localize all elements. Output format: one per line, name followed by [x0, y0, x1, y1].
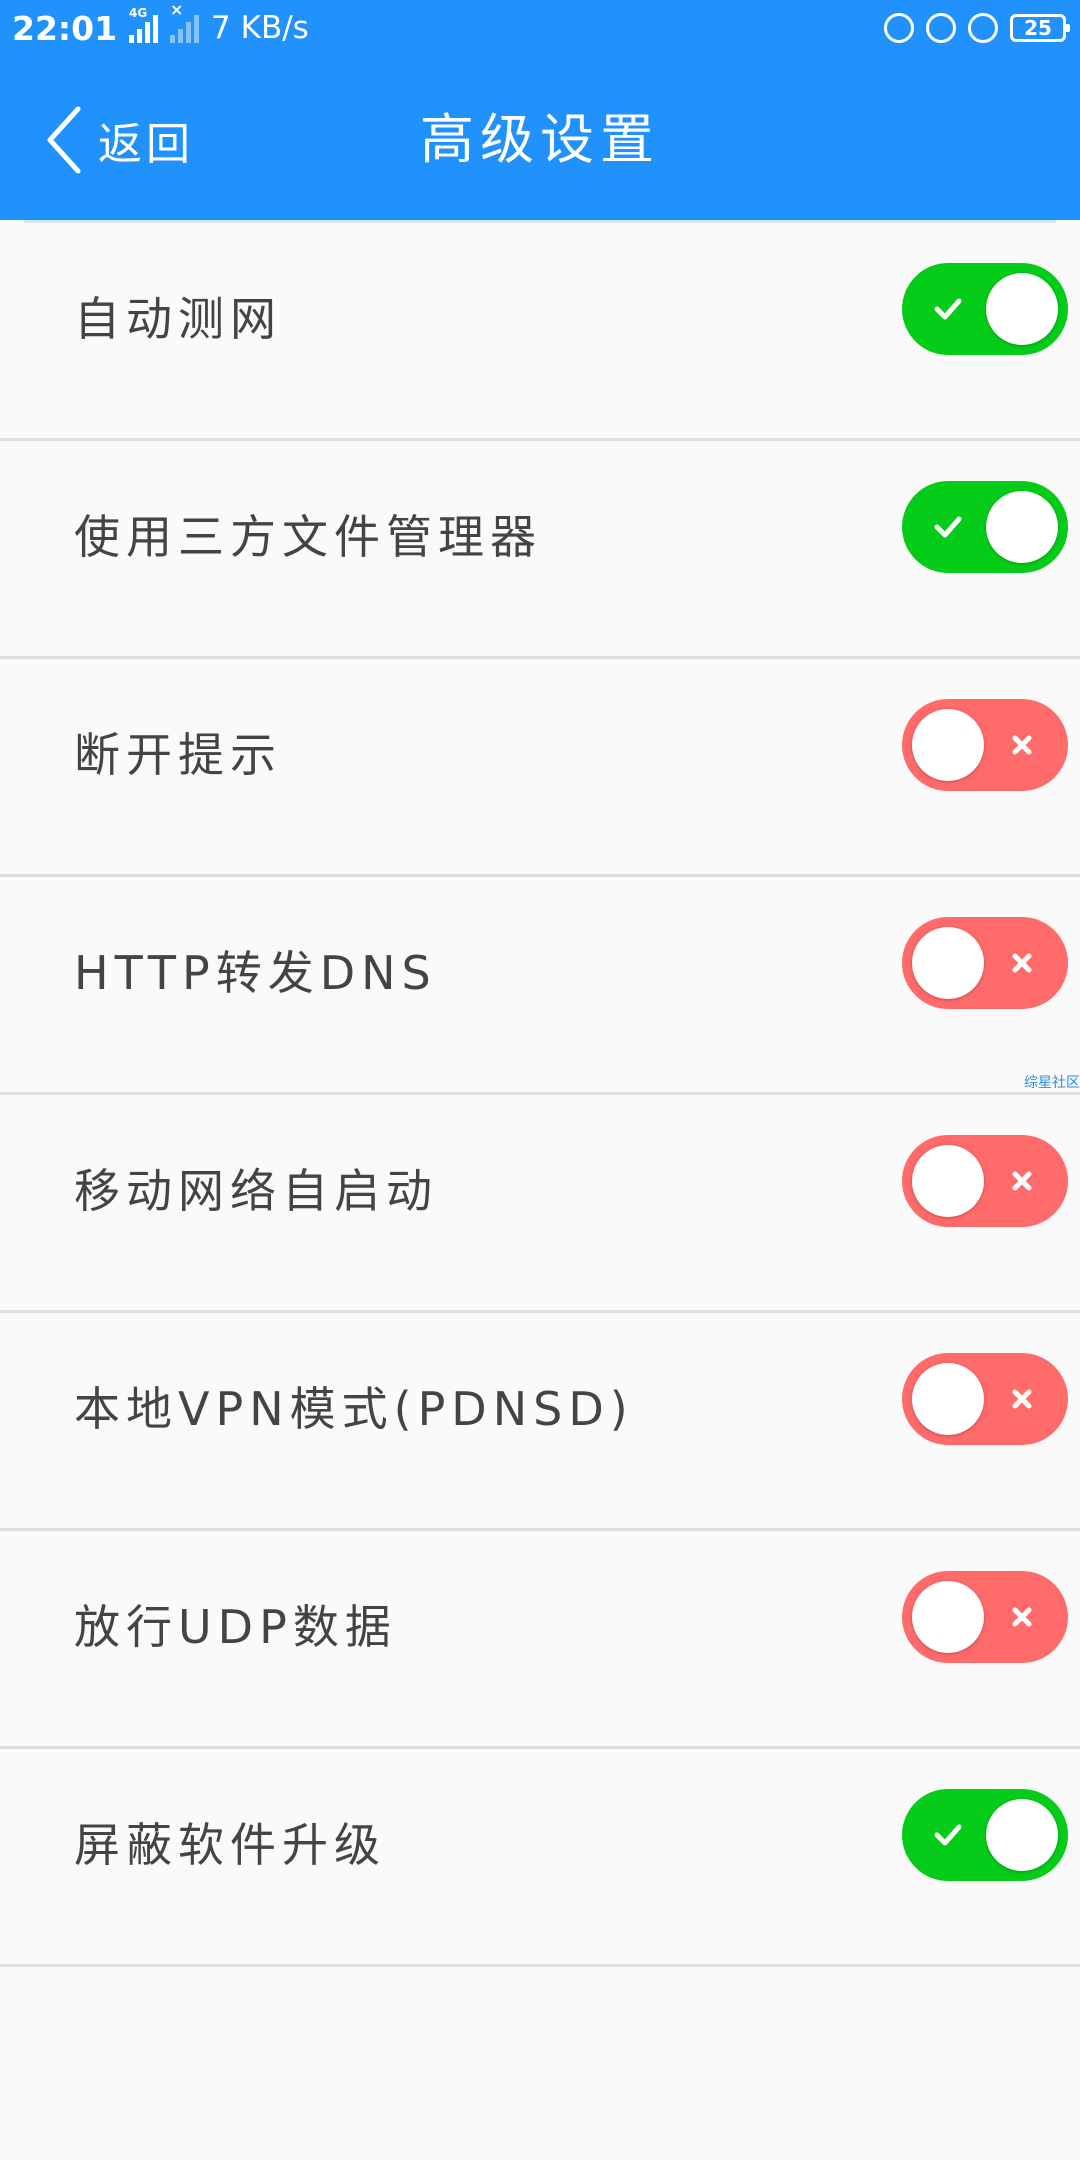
status-bar: 22:01 4G × 7 KB/s 25 [0, 0, 1080, 56]
signal-4g-icon: 4G [129, 7, 159, 43]
toggle-switch-disconnect-alert[interactable] [902, 699, 1068, 791]
data-saver-icon [884, 13, 914, 43]
toggle-switch-block-updates[interactable] [902, 1789, 1068, 1881]
check-icon [934, 298, 962, 320]
toggle-knob [912, 927, 984, 999]
toggle-knob [986, 273, 1058, 345]
battery-icon: 25 [1010, 14, 1070, 42]
toggle-knob [912, 709, 984, 781]
toggle-knob [912, 1581, 984, 1653]
toggle-knob [986, 1799, 1058, 1871]
settings-list: 自动测网 使用三方文件管理器 断开提示 HTTP转发DNS 移动网络自启动 本地… [0, 223, 1080, 1967]
check-icon [934, 1824, 962, 1846]
setting-label: 放行UDP数据 [74, 1600, 397, 1654]
check-icon [934, 516, 962, 538]
setting-label: HTTP转发DNS [74, 946, 437, 1000]
toggle-switch-http-dns[interactable] [902, 917, 1068, 1009]
toggle-knob [986, 491, 1058, 563]
setting-label: 屏蔽软件升级 [74, 1818, 386, 1872]
close-icon [1012, 1171, 1032, 1191]
status-time: 22:01 [12, 8, 118, 48]
toggle-knob [912, 1363, 984, 1435]
setting-label: 使用三方文件管理器 [74, 510, 542, 564]
setting-row-auto-speed-test: 自动测网 [0, 223, 1080, 441]
network-type-label: 4G [129, 6, 148, 20]
setting-row-third-party-file-manager: 使用三方文件管理器 [0, 441, 1080, 659]
close-icon [1012, 1389, 1032, 1409]
status-left: 22:01 4G × 7 KB/s [12, 2, 309, 52]
app-header: 22:01 4G × 7 KB/s 25 返回 高级设置 [0, 0, 1080, 220]
toggle-switch-auto-speed-test[interactable] [902, 263, 1068, 355]
page-title: 高级设置 [420, 108, 660, 171]
setting-row-http-dns: HTTP转发DNS [0, 877, 1080, 1095]
lock-icon [926, 13, 956, 43]
toggle-switch-third-party-file-manager[interactable] [902, 481, 1068, 573]
setting-label: 断开提示 [74, 728, 282, 782]
setting-row-local-vpn: 本地VPN模式(PDNSD) [0, 1313, 1080, 1531]
setting-label: 本地VPN模式(PDNSD) [74, 1382, 634, 1436]
toggle-switch-local-vpn[interactable] [902, 1353, 1068, 1445]
battery-level: 25 [1024, 16, 1052, 40]
setting-row-block-updates: 屏蔽软件升级 [0, 1749, 1080, 1967]
status-right: 25 [884, 8, 1070, 48]
toggle-switch-allow-udp[interactable] [902, 1571, 1068, 1663]
watermark: 综星社区 [1024, 1075, 1080, 1091]
screen: 22:01 4G × 7 KB/s 25 返回 高级设置 自动测网 使用三方文件… [0, 0, 1080, 2160]
setting-row-mobile-autostart: 移动网络自启动 [0, 1095, 1080, 1313]
signal-no-service-icon: × [170, 2, 200, 43]
toggle-knob [912, 1145, 984, 1217]
setting-label: 移动网络自启动 [74, 1164, 438, 1218]
network-speed: 7 KB/s [211, 10, 309, 46]
setting-label: 自动测网 [74, 292, 282, 346]
close-icon [1012, 953, 1032, 973]
alarm-icon [968, 13, 998, 43]
close-icon [1012, 735, 1032, 755]
close-icon [1012, 1607, 1032, 1627]
setting-row-disconnect-alert: 断开提示 [0, 659, 1080, 877]
setting-row-allow-udp: 放行UDP数据 [0, 1531, 1080, 1749]
toggle-switch-mobile-autostart[interactable] [902, 1135, 1068, 1227]
